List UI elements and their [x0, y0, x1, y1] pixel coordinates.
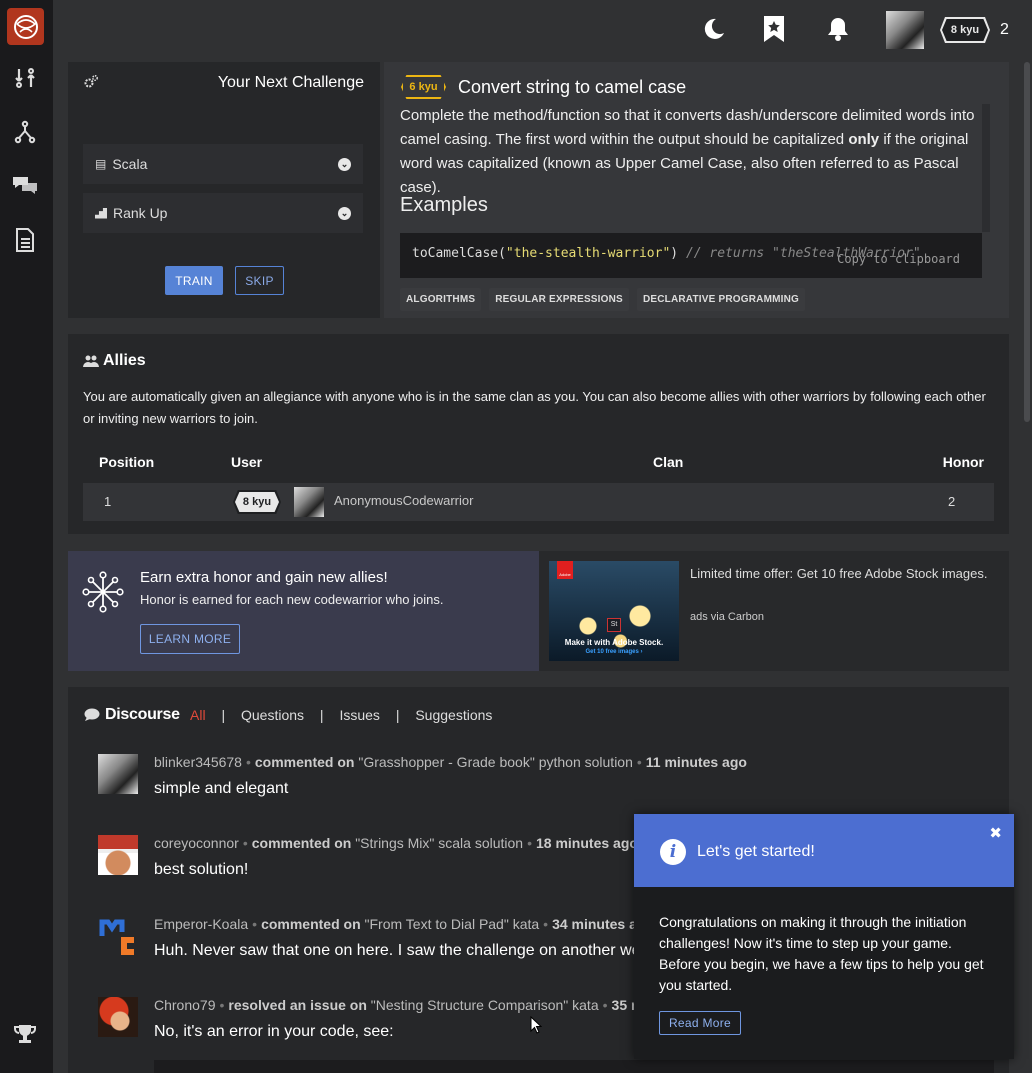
- document-icon[interactable]: [11, 226, 39, 254]
- examples-heading: Examples: [400, 194, 488, 216]
- close-icon[interactable]: ✖: [989, 824, 1002, 842]
- avatar[interactable]: [98, 754, 138, 794]
- avatar[interactable]: [98, 997, 138, 1037]
- allies-description: You are automatically given an allegianc…: [83, 389, 986, 426]
- chevron-down-icon: ⌄: [338, 157, 351, 171]
- toast-title: Let's get started!: [697, 843, 815, 860]
- filter-all[interactable]: All: [190, 707, 206, 723]
- sidebar: [0, 0, 53, 1073]
- page-scrollbar[interactable]: [1024, 62, 1030, 422]
- bookmark-icon[interactable]: [763, 15, 785, 46]
- avatar[interactable]: [98, 916, 138, 956]
- train-button[interactable]: TRAIN: [165, 266, 223, 295]
- code-block: [154, 1060, 994, 1073]
- ad-via[interactable]: ads via Carbon: [690, 611, 764, 623]
- user-link[interactable]: AnonymousCodewarrior: [334, 493, 473, 508]
- copy-to-clipboard-button[interactable]: Copy to clipboard: [837, 252, 960, 266]
- tag-list: ALGORITHMS REGULAR EXPRESSIONS DECLARATIVE…: [400, 288, 813, 311]
- tag-algorithms[interactable]: ALGORITHMS: [400, 288, 482, 311]
- user-honor[interactable]: 2: [1000, 21, 1009, 39]
- rank-badge: 8 kyu: [233, 490, 281, 514]
- next-challenge-heading: Your Next Challenge: [217, 74, 364, 91]
- strategy-select[interactable]: Rank Up ⌄: [83, 193, 363, 233]
- tag-regular-expressions[interactable]: REGULAR EXPRESSIONS: [489, 288, 629, 311]
- ad-image[interactable]: Adobe St Make it with Adobe Stock. Get 1…: [549, 561, 679, 661]
- invite-panel: Earn extra honor and gain new allies! Ho…: [68, 551, 539, 671]
- read-more-button[interactable]: Read More: [659, 1011, 741, 1035]
- notifications-icon[interactable]: [825, 16, 851, 45]
- allies-table: Position User Clan Honor 1 8 kyu Anonymo…: [83, 450, 994, 521]
- mouse-cursor-icon: [530, 1015, 543, 1037]
- kyu-badge: 6 kyu: [401, 75, 446, 99]
- avatar[interactable]: [98, 835, 138, 875]
- codewars-logo[interactable]: [7, 8, 44, 45]
- filter-suggestions[interactable]: Suggestions: [415, 707, 492, 723]
- tag-declarative-programming[interactable]: DECLARATIVE PROGRAMMING: [636, 288, 806, 311]
- ad-text[interactable]: Limited time offer: Get 10 free Adobe St…: [690, 563, 990, 584]
- table-row[interactable]: 1 8 kyu AnonymousCodewarrior 2: [83, 483, 994, 521]
- discourse-title: Discourse: [105, 706, 180, 723]
- stairs-icon: [95, 207, 107, 219]
- table-header: Position User Clan Honor: [99, 454, 984, 470]
- network-icon: [82, 571, 124, 616]
- learn-more-button[interactable]: LEARN MORE: [140, 624, 240, 654]
- adobe-logo: Adobe: [557, 561, 573, 579]
- next-challenge-panel: Your Next Challenge ▤ Scala ⌄ Rank Up ⌄ …: [68, 62, 380, 318]
- allies-icon: [83, 354, 99, 371]
- invite-subtitle: Honor is earned for each new codewarrior…: [140, 592, 444, 607]
- avatar[interactable]: [294, 487, 324, 517]
- dark-mode-icon[interactable]: [701, 17, 725, 44]
- challenge-title[interactable]: Convert string to camel case: [458, 77, 686, 98]
- toast-body: Congratulations on making it through the…: [659, 914, 984, 993]
- info-icon: i: [660, 839, 686, 865]
- language-icon: ▤: [95, 157, 107, 171]
- filter-questions[interactable]: Questions: [241, 707, 304, 723]
- user-avatar[interactable]: [886, 11, 924, 49]
- skip-button[interactable]: SKIP: [235, 266, 284, 295]
- discourse-filters: All | Questions | Issues | Suggestions: [190, 707, 493, 723]
- gear-icon[interactable]: [83, 74, 99, 93]
- language-select[interactable]: ▤ Scala ⌄: [83, 144, 363, 184]
- filter-issues[interactable]: Issues: [339, 707, 379, 723]
- challenge-description: Complete the method/function so that it …: [400, 107, 975, 196]
- top-bar: 8 kyu 2: [53, 0, 1032, 62]
- user-rank-badge[interactable]: 8 kyu: [940, 17, 990, 43]
- comments-icon: [84, 708, 101, 725]
- trophy-icon[interactable]: [11, 1020, 39, 1048]
- ad-panel: Adobe St Make it with Adobe Stock. Get 1…: [539, 551, 1009, 671]
- stock-badge: St: [607, 618, 621, 632]
- chat-icon[interactable]: [11, 170, 39, 198]
- code-block: toCamelCase("the-stealth-warrior") // re…: [400, 233, 982, 278]
- chevron-down-icon: ⌄: [338, 206, 351, 220]
- challenge-description-panel: 6 kyu Convert string to camel case Compl…: [384, 62, 1009, 318]
- fork-icon[interactable]: [11, 118, 39, 146]
- scrollbar[interactable]: [982, 104, 990, 232]
- toast-header: i Let's get started! ✖: [634, 814, 1014, 887]
- onboarding-toast: i Let's get started! ✖ Congratulations o…: [634, 814, 1014, 1059]
- invite-title: Earn extra honor and gain new allies!: [140, 569, 388, 586]
- allies-panel: Allies You are automatically given an al…: [68, 334, 1009, 534]
- allies-title: Allies: [103, 352, 146, 369]
- practice-icon[interactable]: [11, 64, 39, 92]
